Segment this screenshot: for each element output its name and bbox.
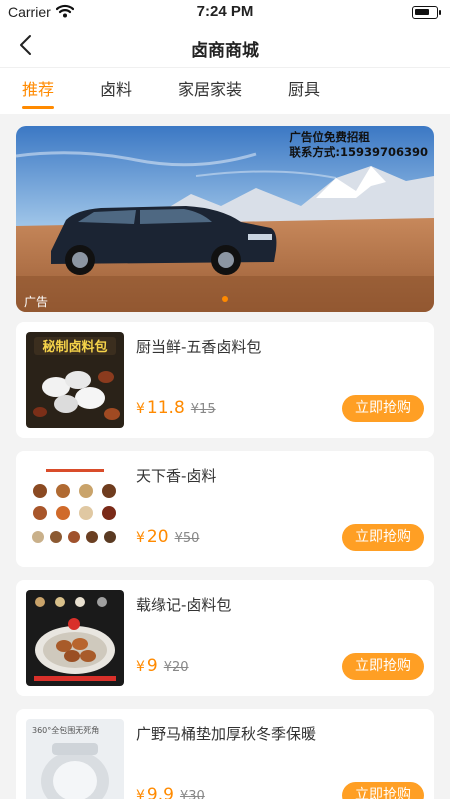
currency-symbol: ¥ bbox=[136, 659, 145, 675]
page-title: 卤商商城 bbox=[191, 41, 259, 61]
buy-now-button[interactable]: 立即抢购 bbox=[342, 653, 424, 680]
product-card[interactable]: 天下香-卤料 ¥20 ¥50 立即抢购 bbox=[16, 451, 434, 567]
ad-text: 广告位免费招租 联系方式:15939706390 bbox=[289, 130, 428, 160]
product-price: ¥11.8 ¥15 bbox=[136, 398, 216, 418]
status-bar: Carrier 7:24 PM bbox=[0, 0, 450, 26]
product-name: 广野马桶垫加厚秋冬季保暖 bbox=[136, 725, 317, 743]
price-value: 11.8 bbox=[146, 398, 185, 418]
original-price: ¥15 bbox=[190, 402, 216, 417]
category-tabs: 推荐 卤料 家居家装 厨具 bbox=[0, 68, 450, 114]
nav-bar: 卤商商城 bbox=[0, 26, 450, 68]
product-name: 厨当鲜-五香卤料包 bbox=[136, 338, 262, 356]
thumb-caption: 秘制卤料包 bbox=[42, 339, 107, 355]
tab-kitchenware[interactable]: 厨具 bbox=[288, 76, 320, 106]
currency-symbol: ¥ bbox=[136, 788, 145, 799]
buy-now-button[interactable]: 立即抢购 bbox=[342, 395, 424, 422]
product-image bbox=[26, 590, 124, 686]
original-price: ¥50 bbox=[174, 531, 200, 546]
price-value: 20 bbox=[146, 527, 169, 547]
buy-now-button[interactable]: 立即抢购 bbox=[342, 782, 424, 799]
product-image: 秘制卤料包 bbox=[26, 332, 124, 428]
product-card[interactable]: 载缘记-卤料包 ¥9 ¥20 立即抢购 bbox=[16, 580, 434, 696]
original-price: ¥20 bbox=[163, 660, 189, 675]
original-price: ¥30 bbox=[179, 789, 205, 799]
product-price: ¥20 ¥50 bbox=[136, 527, 199, 547]
clock: 7:24 PM bbox=[196, 3, 254, 20]
thumb-caption: 360°全包围无死角 bbox=[32, 725, 99, 735]
tab-home[interactable]: 家居家装 bbox=[178, 76, 242, 106]
product-price: ¥9.9 ¥30 bbox=[136, 785, 205, 799]
product-card[interactable]: 秘制卤料包 厨当鲜-五香卤料包 ¥11.8 ¥15 立即抢购 bbox=[16, 322, 434, 438]
currency-symbol: ¥ bbox=[136, 530, 145, 546]
battery-icon bbox=[412, 6, 441, 19]
product-card[interactable]: 360°全包围无死角 广野马桶垫加厚秋冬季保暖 ¥9.9 ¥30 立即抢购 bbox=[16, 709, 434, 799]
ad-banner[interactable]: 广告位免费招租 联系方式:15939706390 广告 bbox=[16, 126, 434, 312]
product-image: 360°全包围无死角 bbox=[26, 719, 124, 799]
ad-line-2: 联系方式:15939706390 bbox=[289, 145, 428, 159]
price-value: 9 bbox=[146, 656, 158, 676]
tab-recommend[interactable]: 推荐 bbox=[22, 76, 55, 109]
ad-line-1: 广告位免费招租 bbox=[289, 130, 370, 144]
buy-now-button[interactable]: 立即抢购 bbox=[342, 524, 424, 551]
product-image bbox=[26, 461, 124, 557]
product-name: 天下香-卤料 bbox=[136, 467, 217, 485]
product-list: 秘制卤料包 厨当鲜-五香卤料包 ¥11.8 ¥15 立即抢购 天下香-卤料 ¥ … bbox=[0, 322, 450, 799]
currency-symbol: ¥ bbox=[136, 401, 145, 417]
product-price: ¥9 ¥20 bbox=[136, 656, 189, 676]
tab-braise[interactable]: 卤料 bbox=[100, 76, 132, 106]
product-name: 载缘记-卤料包 bbox=[136, 596, 232, 614]
ad-tag: 广告 bbox=[24, 295, 49, 309]
price-value: 9.9 bbox=[146, 785, 174, 799]
carousel-indicator bbox=[222, 296, 228, 302]
